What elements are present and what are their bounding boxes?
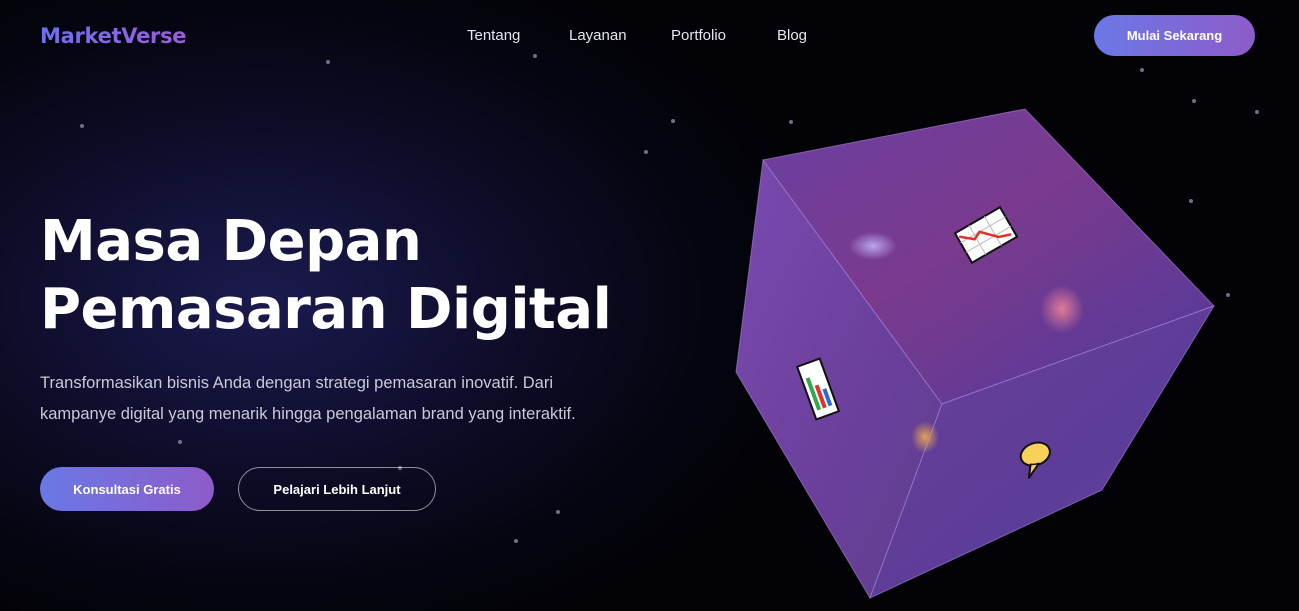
free-consultation-button[interactable]: Konsultasi Gratis	[40, 467, 214, 511]
cube-front-face	[869, 305, 1216, 599]
hero-description-line-1: Transformasikan bisnis Anda dengan strat…	[40, 374, 553, 392]
hero-title-line-2: Pemasaran Digital	[40, 277, 612, 342]
nav-item-layanan[interactable]: Layanan	[569, 27, 627, 44]
site-header: MarketVerse Tentang Layanan Portfolio Bl…	[0, 0, 1299, 72]
hero-description-line-2: kampanye digital yang menarik hingga pen…	[40, 405, 576, 423]
cube-glow	[1040, 285, 1084, 333]
cube-top-face	[762, 108, 1215, 405]
cube-left-face	[735, 158, 943, 600]
hero-description: Transformasikan bisnis Anda dengan strat…	[40, 368, 640, 430]
nav-item-blog[interactable]: Blog	[777, 27, 807, 44]
start-now-button[interactable]: Mulai Sekarang	[1094, 15, 1255, 56]
bar-chart-icon	[795, 357, 841, 421]
learn-more-button[interactable]: Pelajari Lebih Lanjut	[238, 467, 436, 511]
cube-glow	[911, 421, 939, 453]
chart-down-icon	[953, 205, 1019, 265]
hero-title-line-1: Masa Depan	[40, 209, 422, 274]
nav-item-tentang[interactable]: Tentang	[467, 27, 520, 44]
hero-title: Masa Depan Pemasaran Digital	[40, 208, 612, 344]
speech-bubble-icon	[1019, 441, 1051, 479]
cube-glow	[849, 232, 897, 260]
nav-item-portfolio[interactable]: Portfolio	[671, 27, 726, 44]
